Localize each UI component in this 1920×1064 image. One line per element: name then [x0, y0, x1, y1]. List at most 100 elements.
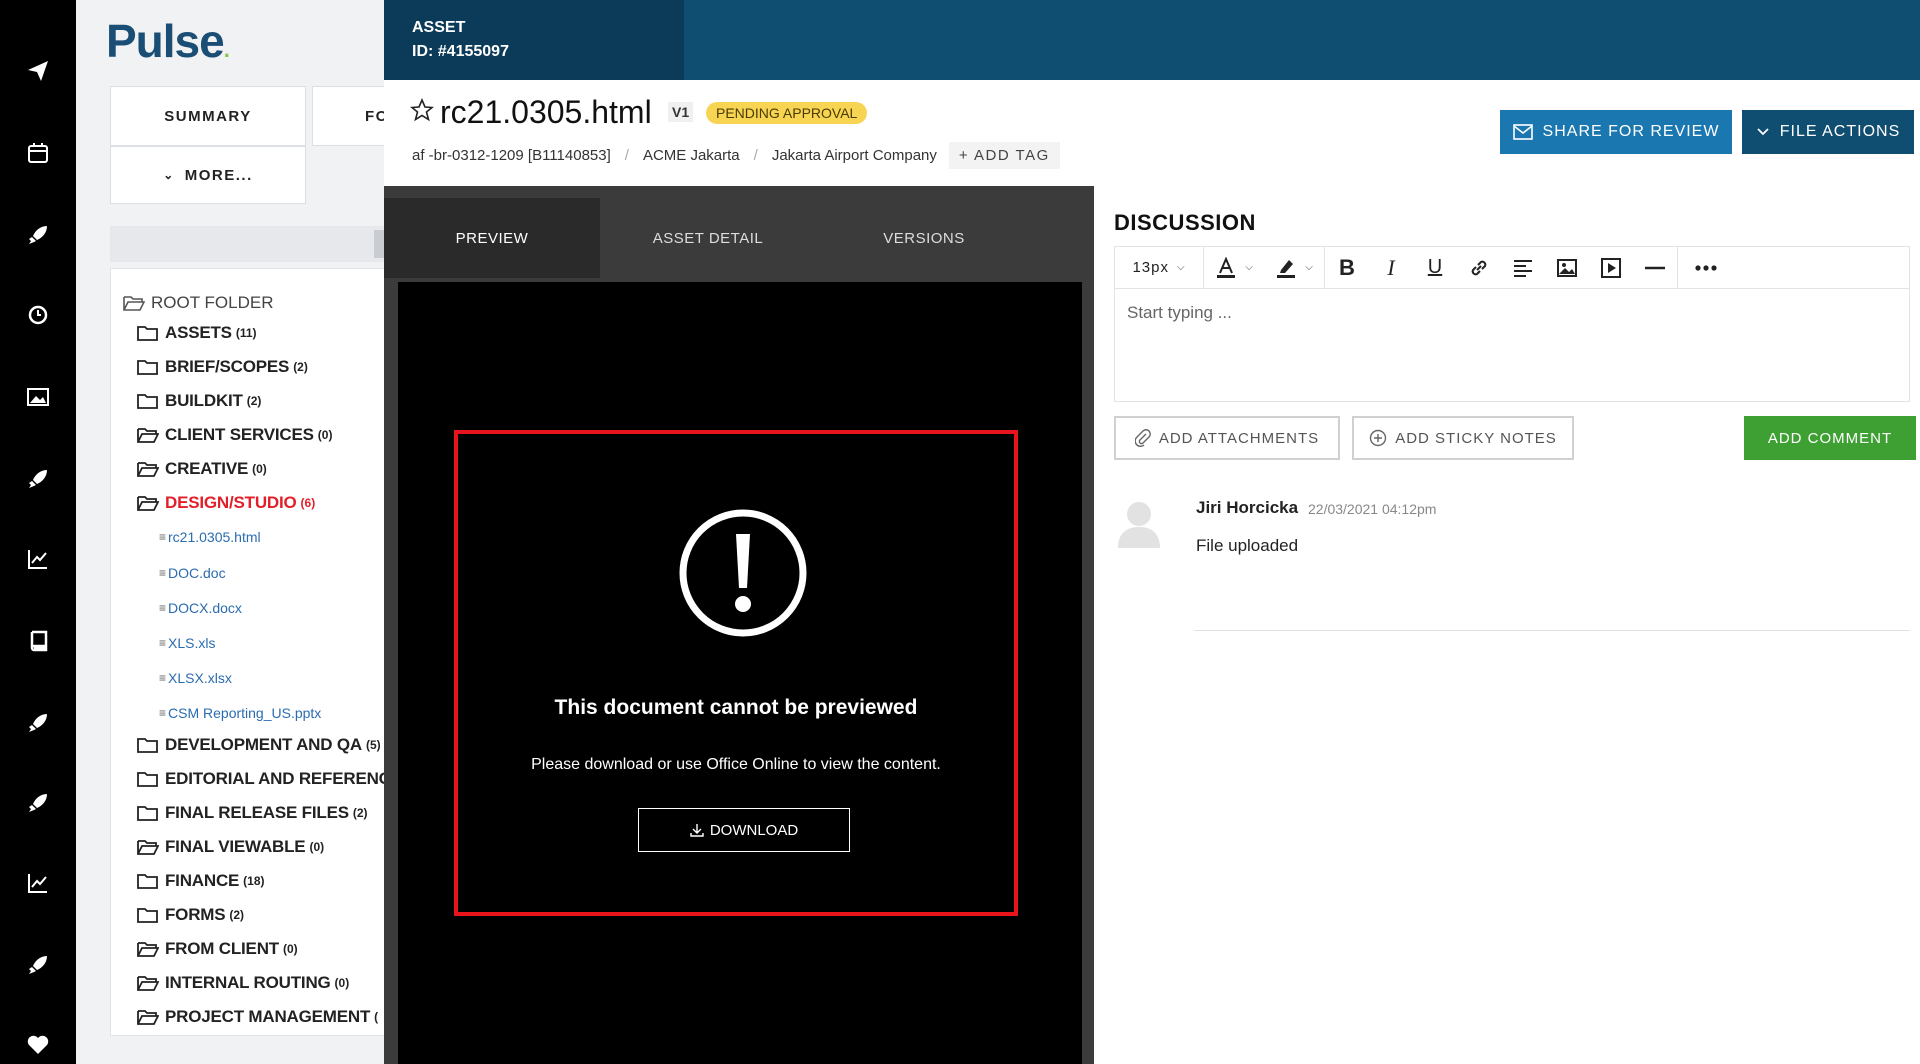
folder-open-icon — [137, 1010, 159, 1025]
tab-folders[interactable]: FO — [312, 86, 384, 146]
bold-button[interactable]: B — [1325, 247, 1369, 289]
tree-folder[interactable]: BRIEF/SCOPES (2) — [137, 357, 308, 377]
chart-line-icon[interactable] — [23, 544, 53, 574]
tab-preview[interactable]: PREVIEW — [384, 198, 600, 278]
folder-open-icon — [137, 840, 159, 855]
tree-folder[interactable]: FINAL VIEWABLE (0) — [137, 837, 324, 857]
preview-pane: PREVIEW ASSET DETAIL VERSIONS This docum… — [384, 186, 1094, 1064]
folder-open-icon — [137, 428, 159, 443]
share-for-review-button[interactable]: SHARE FOR REVIEW — [1500, 110, 1732, 154]
breadcrumb-item[interactable]: ACME Jakarta — [643, 147, 740, 164]
video-play-icon — [1601, 257, 1621, 278]
scrollbar-thumb[interactable] — [374, 230, 384, 258]
rocket-icon[interactable] — [23, 950, 53, 980]
download-button[interactable]: DOWNLOAD — [638, 808, 850, 852]
tree-folder[interactable]: FORMS (2) — [137, 905, 244, 925]
image-icon — [1557, 258, 1577, 277]
tab-versions[interactable]: VERSIONS — [816, 198, 1032, 278]
file-lines-icon: ≡ — [159, 706, 166, 720]
add-comment-button[interactable]: ADD COMMENT — [1744, 416, 1916, 460]
align-button[interactable] — [1501, 247, 1545, 289]
folder-icon — [137, 738, 158, 753]
tree-folder[interactable]: FINANCE (18) — [137, 871, 265, 891]
tree-folder[interactable]: FROM CLIENT (0) — [137, 939, 298, 959]
horizontal-scrollbar[interactable] — [110, 226, 384, 262]
error-title: This document cannot be previewed — [554, 696, 918, 719]
asset-id-box: ASSET ID: #4155097 — [384, 0, 684, 80]
tree-folder[interactable]: FINAL RELEASE FILES (2) — [137, 803, 368, 823]
comment-editor[interactable]: Start typing ... — [1114, 288, 1910, 402]
book-icon[interactable] — [23, 626, 53, 656]
font-size-select[interactable]: 13px ⌵ — [1115, 247, 1203, 289]
more-options-button[interactable] — [1678, 247, 1734, 289]
calendar-icon[interactable] — [23, 138, 53, 168]
tree-folder[interactable]: ASSETS (11) — [137, 323, 257, 343]
folder-open-icon — [137, 976, 159, 991]
pulse-logo[interactable]: Pulse. — [106, 14, 230, 68]
chevron-down-icon — [1757, 128, 1769, 136]
tree-folder[interactable]: CREATIVE (0) — [137, 459, 267, 479]
rocket-icon[interactable] — [23, 464, 53, 494]
tree-folder-active[interactable]: DESIGN/STUDIO (6) — [137, 493, 315, 513]
version-badge: V1 — [668, 102, 694, 122]
preview-canvas: This document cannot be previewed Please… — [398, 282, 1082, 1064]
folder-open-icon — [137, 496, 159, 511]
highlight-color-button[interactable]: ⌵ — [1264, 247, 1324, 289]
tree-file[interactable]: ≡ XLSX.xlsx — [159, 670, 232, 686]
tree-folder[interactable]: PROJECT MANAGEMENT( — [137, 1007, 378, 1027]
file-lines-icon: ≡ — [159, 530, 166, 544]
tab-asset-detail[interactable]: ASSET DETAIL — [600, 198, 816, 278]
star-icon[interactable] — [410, 98, 434, 122]
file-lines-icon: ≡ — [159, 601, 166, 615]
image-icon[interactable] — [23, 382, 53, 412]
heart-icon[interactable] — [23, 1030, 53, 1060]
folder-icon — [137, 908, 158, 923]
folder-open-icon — [123, 296, 145, 311]
tab-more[interactable]: ⌄ MORE... — [110, 146, 306, 204]
asset-title-area: rc21.0305.html V1 PENDING APPROVAL af -b… — [384, 80, 1920, 186]
download-icon — [690, 824, 704, 837]
link-button[interactable] — [1457, 247, 1501, 289]
error-message: Please download or use Office Online to … — [531, 756, 941, 773]
tree-folder[interactable]: EDITORIAL AND REFERENCE — [137, 769, 384, 789]
comment-timestamp: 22/03/2021 04:12pm — [1308, 501, 1437, 517]
clock-icon[interactable] — [23, 300, 53, 330]
tree-file[interactable]: ≡ rc21.0305.html — [159, 529, 261, 545]
tree-folder[interactable]: INTERNAL ROUTING (0) — [137, 973, 349, 993]
add-attachments-button[interactable]: ADD ATTACHMENTS — [1114, 416, 1340, 460]
italic-button[interactable]: I — [1369, 247, 1413, 289]
chart-line-icon[interactable] — [23, 868, 53, 898]
folder-icon — [137, 806, 158, 821]
tree-folder[interactable]: DEVELOPMENT AND QA (5) — [137, 735, 381, 755]
breadcrumb-item[interactable]: af -br-0312-1209 [B11140853] — [412, 147, 611, 164]
tab-summary[interactable]: SUMMARY — [110, 86, 306, 146]
tree-folder[interactable]: BUILDKIT (2) — [137, 391, 261, 411]
chevron-down-icon: ⌄ — [163, 168, 175, 182]
tree-file[interactable]: ≡ DOC.doc — [159, 565, 226, 581]
asset-label: ASSET — [412, 19, 466, 36]
tree-file[interactable]: ≡ CSM Reporting_US.pptx — [159, 705, 321, 721]
text-color-button[interactable]: ⌵ — [1204, 247, 1264, 289]
file-actions-button[interactable]: FILE ACTIONS — [1742, 110, 1914, 154]
tree-file[interactable]: ≡ DOCX.docx — [159, 600, 242, 616]
horizontal-rule-icon — [1645, 266, 1665, 269]
editor-toolbar: 13px ⌵ ⌵ ⌵ B I U — [1114, 246, 1910, 289]
insert-image-button[interactable] — [1545, 247, 1589, 289]
add-sticky-notes-button[interactable]: ADD STICKY NOTES — [1352, 416, 1574, 460]
rocket-icon[interactable] — [23, 708, 53, 738]
tree-root[interactable]: ROOT FOLDER — [123, 293, 273, 313]
rocket-icon[interactable] — [23, 220, 53, 250]
add-tag-button[interactable]: + ADD TAG — [948, 142, 1060, 169]
breadcrumb-item[interactable]: Jakarta Airport Company — [772, 147, 937, 164]
discussion-title: DISCUSSION — [1114, 210, 1256, 235]
insert-video-button[interactable] — [1589, 247, 1633, 289]
underline-button[interactable]: U — [1413, 247, 1457, 289]
tree-folder[interactable]: CLIENT SERVICES (0) — [137, 425, 332, 445]
rocket-icon[interactable] — [23, 788, 53, 818]
error-highlight-box: This document cannot be previewed Please… — [454, 430, 1018, 916]
paper-plane-icon[interactable] — [23, 56, 53, 86]
paperclip-icon — [1134, 429, 1151, 447]
plus-circle-icon — [1370, 429, 1387, 447]
tree-file[interactable]: ≡ XLS.xls — [159, 635, 215, 651]
horizontal-rule-button[interactable] — [1633, 247, 1677, 289]
